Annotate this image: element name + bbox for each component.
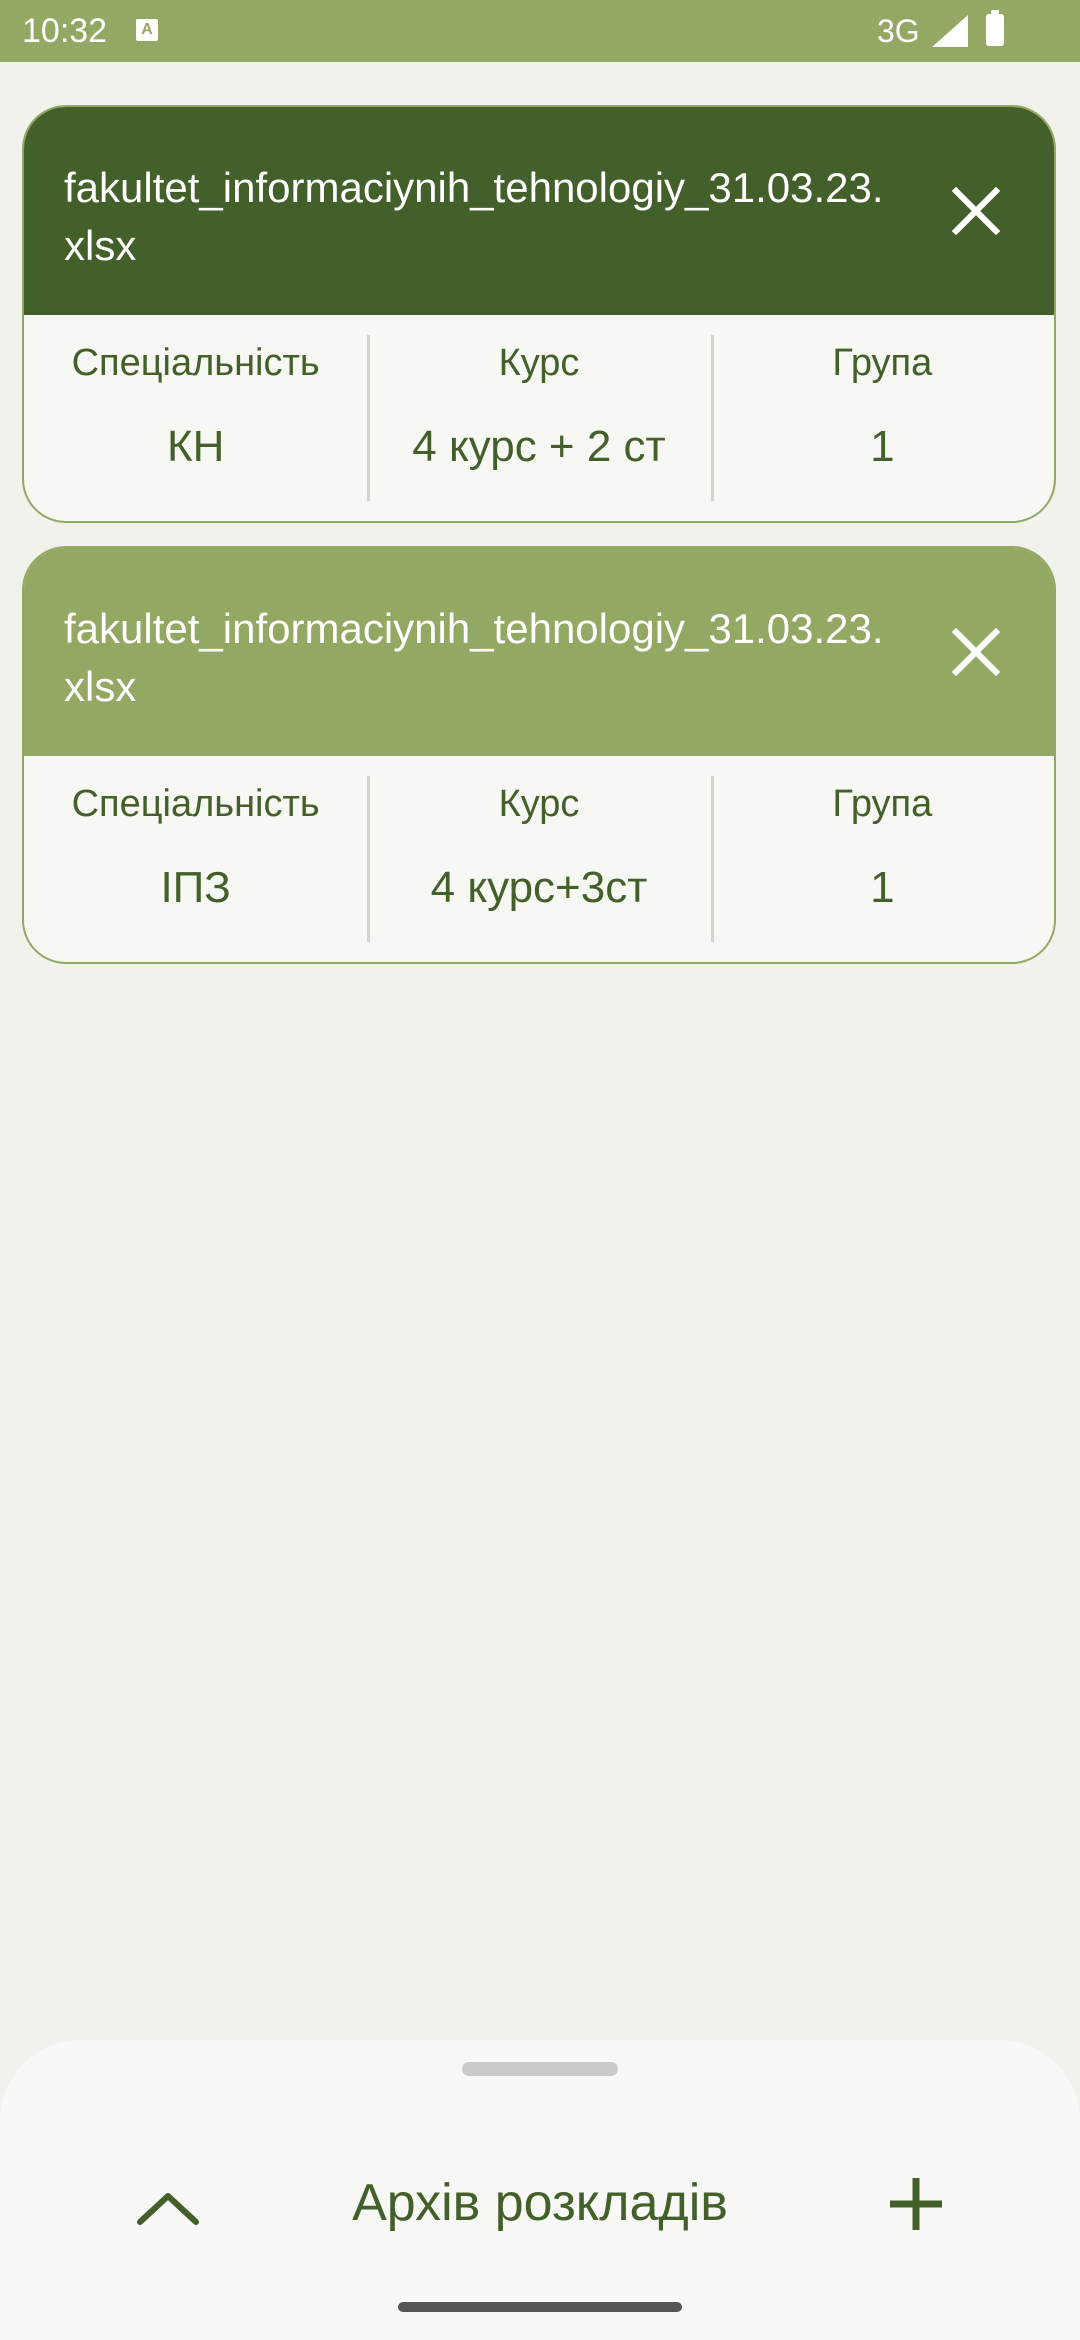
schedule-file-name: fakultet_informaciynih_tehnologiy_31.03.… bbox=[64, 164, 884, 269]
archive-bottom-sheet[interactable]: Архів розкладів bbox=[0, 2040, 1080, 2340]
speciality-cell: Спеціальність ІПЗ bbox=[24, 756, 367, 962]
schedule-details: Спеціальність ІПЗ Курс 4 курс+3ст Група … bbox=[24, 756, 1054, 962]
course-value: 4 курс + 2 ст bbox=[412, 422, 666, 471]
course-value: 4 курс+3ст bbox=[430, 863, 648, 912]
close-icon[interactable] bbox=[936, 171, 1016, 251]
schedule-card[interactable]: fakultet_informaciynih_tehnologiy_31.03.… bbox=[22, 546, 1056, 964]
chevron-up-icon[interactable] bbox=[128, 2178, 208, 2238]
a-icon: A bbox=[136, 19, 158, 41]
system-nav-handle[interactable] bbox=[398, 2302, 682, 2312]
schedule-file-name: fakultet_informaciynih_tehnologiy_31.03.… bbox=[64, 605, 884, 710]
group-label: Група bbox=[832, 342, 933, 384]
course-cell: Курс 4 курс + 2 ст bbox=[367, 315, 710, 521]
group-value: 1 bbox=[870, 863, 895, 912]
schedule-card-header[interactable]: fakultet_informaciynih_tehnologiy_31.03.… bbox=[24, 107, 1054, 315]
group-value: 1 bbox=[870, 422, 895, 471]
speciality-label: Спеціальність bbox=[71, 783, 320, 825]
schedule-details: Спеціальність КН Курс 4 курс + 2 ст Груп… bbox=[24, 315, 1054, 521]
course-label: Курс bbox=[498, 783, 580, 825]
speciality-cell: Спеціальність КН bbox=[24, 315, 367, 521]
close-icon[interactable] bbox=[936, 612, 1016, 692]
network-type: 3G bbox=[877, 13, 920, 49]
schedule-card-header[interactable]: fakultet_informaciynih_tehnologiy_31.03.… bbox=[24, 548, 1054, 756]
signal-icon bbox=[932, 15, 968, 47]
group-cell: Група 1 bbox=[710, 756, 1054, 962]
plus-icon[interactable] bbox=[876, 2164, 956, 2244]
group-label: Група bbox=[832, 783, 933, 825]
battery-icon bbox=[986, 10, 1004, 46]
speciality-label: Спеціальність bbox=[71, 342, 320, 384]
group-cell: Група 1 bbox=[710, 315, 1054, 521]
sheet-title: Архів розкладів bbox=[352, 2174, 728, 2232]
speciality-value: ІПЗ bbox=[160, 863, 231, 912]
status-time: 10:32 bbox=[22, 12, 108, 50]
drag-handle[interactable] bbox=[462, 2062, 618, 2076]
course-label: Курс bbox=[498, 342, 580, 384]
course-cell: Курс 4 курс+3ст bbox=[367, 756, 710, 962]
speciality-value: КН bbox=[166, 422, 225, 471]
schedule-card[interactable]: fakultet_informaciynih_tehnologiy_31.03.… bbox=[22, 105, 1056, 523]
status-bar: 10:32 A 3G bbox=[0, 0, 1080, 62]
